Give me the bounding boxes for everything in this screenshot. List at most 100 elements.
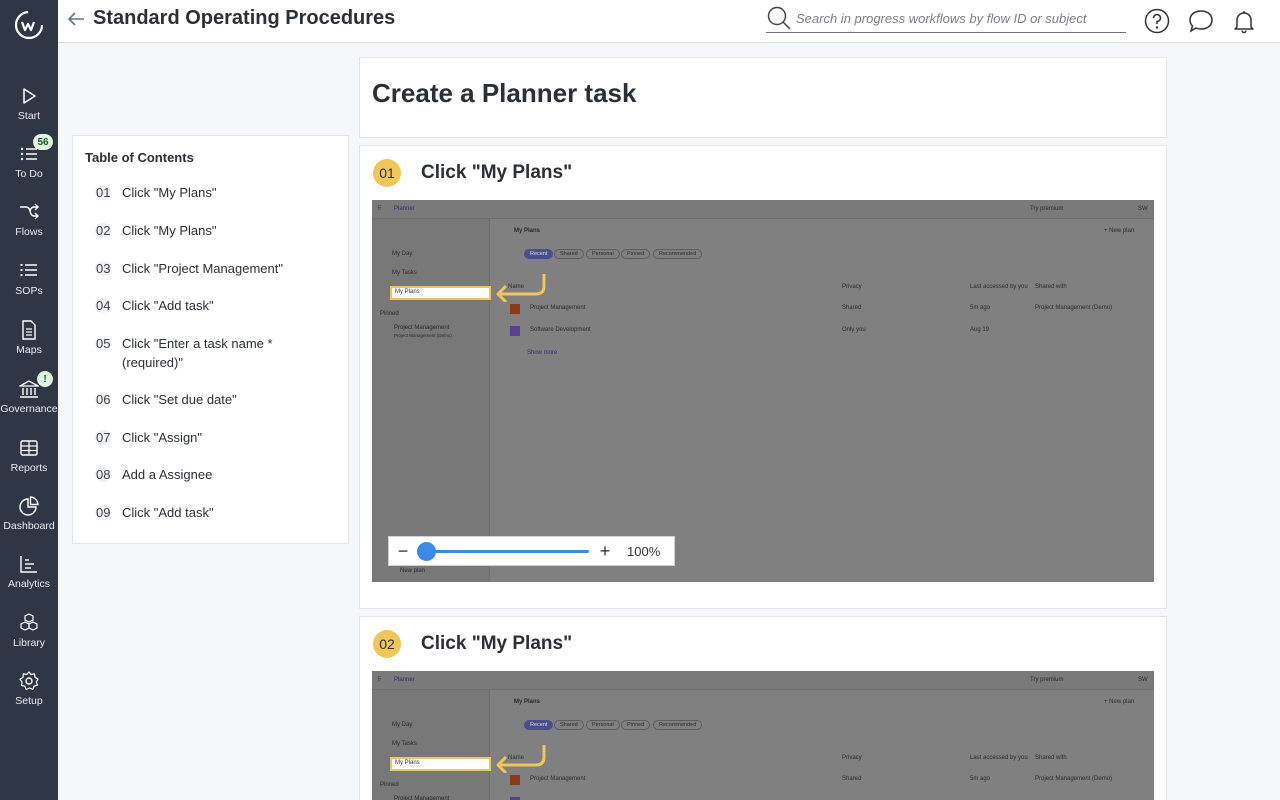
nav-item-analytics[interactable]: Analytics	[0, 552, 58, 604]
flows-icon	[20, 203, 39, 220]
row-accessed: Aug 19	[970, 327, 990, 333]
gear-icon	[19, 671, 39, 691]
row-accessed: 5m ago	[970, 776, 991, 782]
zoom-level: 100%	[627, 543, 661, 559]
zoom-out-button[interactable]: −	[389, 541, 417, 562]
row-shared: Project Management (Demo)	[1035, 776, 1113, 782]
toc-item-label: Click "Assign"	[122, 430, 203, 445]
planner-top-bar: ⠿ Planner Try premium SW	[372, 200, 1154, 219]
bell-icon[interactable]	[1231, 8, 1257, 34]
highlight-label: My Plans	[395, 760, 420, 766]
toc-item-number: 02	[95, 223, 112, 238]
new-plan-button: + New plan	[1104, 699, 1135, 705]
nav-item-sops[interactable]: SOPs	[0, 259, 58, 311]
doc-title-card: Create a Planner task	[359, 57, 1167, 138]
nav-item-setup[interactable]: Setup	[0, 669, 58, 721]
filter-pill: Recommended	[653, 249, 703, 259]
sidebar-my-tasks: My Tasks	[392, 270, 417, 276]
toc-item[interactable]: 02 Click "My Plans"	[95, 221, 335, 240]
toc-item[interactable]: 08 Add a Assignee	[95, 465, 335, 484]
toc-item-number: 08	[95, 467, 112, 482]
new-plan-button: + New plan	[1104, 228, 1135, 234]
page-title: Standard Operating Procedures	[93, 7, 396, 29]
plan-icon	[510, 304, 520, 314]
nav-item-library[interactable]: Library	[0, 611, 58, 663]
nav-item-maps[interactable]: Maps	[0, 318, 58, 370]
toc-item[interactable]: 03 Click "Project Management"	[95, 259, 335, 278]
sidebar-my-day: My Day	[392, 251, 413, 257]
step-screenshot[interactable]: ⠿ Planner Try premium SW My Day My Tasks…	[372, 671, 1154, 800]
zoom-control: − + 100%	[388, 536, 675, 566]
nav-item-dashboard[interactable]: Dashboard	[0, 494, 58, 546]
toc-item-label: Click "Project Management"	[122, 261, 283, 276]
try-premium: Try premium	[1030, 677, 1064, 683]
row-privacy: Shared	[842, 776, 862, 782]
bar-chart-icon	[20, 556, 37, 573]
sidebar-pinned-plan: Project Management	[394, 325, 450, 331]
top-bar: Standard Operating Procedures	[58, 0, 1280, 43]
sop-list-icon	[20, 264, 37, 276]
step-card: 02 Click "My Plans" ⠿ Planner Try premiu…	[359, 616, 1167, 800]
left-nav: Start 56 To Do Flows SOPs Maps ! Governa…	[0, 0, 58, 800]
column-privacy: Privacy	[842, 284, 862, 290]
search-icon[interactable]	[766, 5, 792, 31]
column-accessed: Last accessed by you	[970, 284, 1028, 290]
search-input[interactable]	[796, 8, 1121, 28]
sidebar-my-day: My Day	[392, 722, 413, 728]
play-icon	[23, 88, 36, 104]
plan-icon	[510, 775, 520, 785]
nav-item-todo[interactable]: 56 To Do	[0, 134, 58, 194]
toc-item-number: 09	[95, 505, 112, 520]
bank-icon	[19, 380, 39, 398]
sidebar-pinned-plan: Project Management	[394, 796, 450, 800]
planner-sidebar: My Day My Tasks Pinned Project Managemen…	[372, 690, 490, 800]
toc-title: Table of Contents	[85, 150, 194, 165]
step-number-badge: 02	[373, 630, 401, 658]
nav-label: Analytics	[7, 578, 50, 590]
chat-icon[interactable]	[1188, 8, 1214, 34]
zoom-slider-handle[interactable]	[417, 541, 436, 561]
pie-chart-icon	[19, 496, 39, 516]
toc-item[interactable]: 04 Click "Add task"	[95, 296, 335, 315]
step-screenshot[interactable]: ⠿ Planner Try premium SW My Day My Tasks…	[372, 200, 1154, 582]
sidebar-pinned: Pinned	[380, 782, 399, 788]
filter-pill: Pinned	[621, 249, 651, 259]
toc-item-number: 03	[95, 261, 112, 276]
highlighted-my-plans[interactable]: My Plans	[390, 757, 491, 771]
row-shared: Project Management (Demo)	[1035, 305, 1113, 311]
column-name: Name	[508, 755, 525, 761]
toc-item[interactable]: 09 Click "Add task"	[95, 503, 335, 522]
filter-pill: Recent	[524, 720, 554, 730]
nav-label: SOPs	[15, 285, 43, 297]
filter-pill: Recommended	[653, 720, 703, 730]
highlighted-my-plans[interactable]: My Plans	[390, 286, 491, 300]
filter-pill: Shared	[554, 249, 584, 259]
brand-logo-icon[interactable]	[14, 10, 44, 40]
search-box	[766, 4, 1126, 33]
toc-item[interactable]: 07 Click "Assign"	[95, 428, 335, 447]
toc-item[interactable]: 06 Click "Set due date"	[95, 390, 335, 409]
back-arrow-icon[interactable]	[66, 9, 86, 29]
sidebar-new-plan: New plan	[400, 568, 426, 574]
planner-app-name: Planner	[394, 677, 415, 683]
nav-item-reports[interactable]: Reports	[0, 436, 58, 488]
toc-item-label: Add a Assignee	[122, 467, 213, 482]
row-name: Project Management	[530, 305, 586, 311]
filter-pill: Personal	[586, 720, 620, 730]
toc-item-label: Click "Add task"	[122, 298, 214, 313]
zoom-in-button[interactable]: +	[591, 541, 619, 562]
toc-item-number: 07	[95, 430, 112, 445]
toc-item[interactable]: 05 Click "Enter a task name * (required)"	[95, 334, 335, 372]
nav-item-flows[interactable]: Flows	[0, 200, 58, 252]
zoom-slider[interactable]	[417, 541, 589, 561]
nav-item-start[interactable]: Start	[0, 84, 58, 136]
toc-item-label: Click "My Plans"	[122, 185, 217, 200]
nav-item-governance[interactable]: ! Governance	[0, 371, 58, 429]
row-name: Software Development	[530, 327, 591, 333]
column-privacy: Privacy	[842, 755, 862, 761]
step-title: Click "My Plans"	[421, 633, 573, 654]
help-icon[interactable]	[1144, 8, 1170, 34]
toc-item[interactable]: 01 Click "My Plans"	[95, 183, 335, 202]
toc-item-number: 05	[95, 336, 112, 351]
nav-label: Setup	[15, 695, 43, 707]
